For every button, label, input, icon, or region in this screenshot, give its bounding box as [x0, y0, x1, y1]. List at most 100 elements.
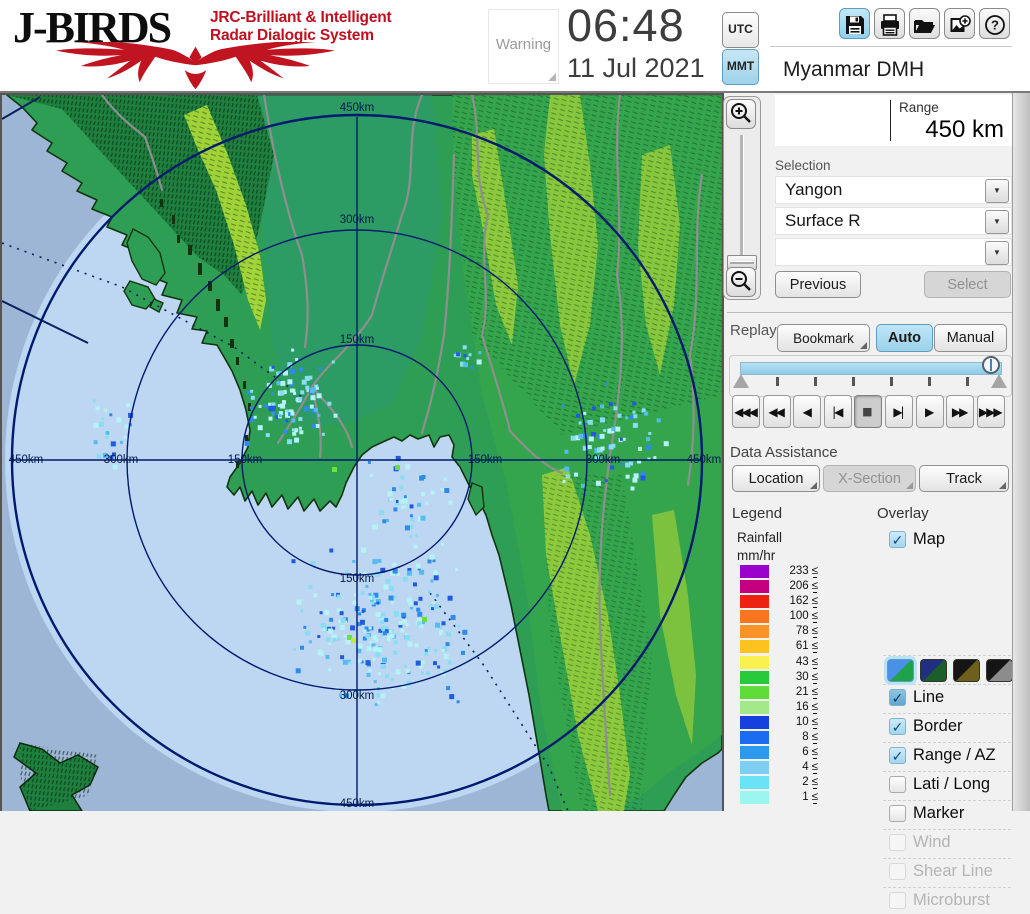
svg-text:450km: 450km	[340, 798, 375, 810]
legend-entry: 78 ≤	[740, 625, 850, 639]
fast-rewind-button[interactable]: ◀◀◀	[732, 395, 760, 428]
selection-label: Selection	[775, 158, 831, 173]
svg-text:150km: 150km	[340, 573, 375, 585]
legend-entry: 21 ≤	[740, 685, 850, 699]
legend-entry: 8 ≤	[740, 731, 850, 745]
select-button[interactable]: Select	[924, 271, 1011, 298]
zoom-slider-track[interactable]	[740, 135, 744, 261]
legend-entry: 233 ≤	[740, 565, 850, 578]
replay-slider-track[interactable]	[740, 362, 1002, 375]
rewind-button[interactable]: ◀◀	[762, 395, 791, 428]
eagle-logo-icon	[56, 42, 335, 90]
x-section-button[interactable]: X-Section	[823, 465, 916, 492]
checkbox-border[interactable]: ✓	[889, 718, 906, 735]
chevron-down-icon[interactable]: ▼	[985, 179, 1009, 203]
print-icon	[880, 14, 899, 36]
zoom-out-button[interactable]	[726, 267, 756, 297]
step-back-button[interactable]: |◀	[823, 395, 852, 428]
play-backward-button[interactable]: ◀	[793, 395, 822, 428]
menu-corner-icon	[860, 342, 867, 349]
option-dropdown[interactable]: ▼	[775, 238, 1012, 266]
legend-title-rainfall: Rainfall	[737, 530, 783, 545]
legend-value: 2 ≤	[802, 776, 818, 790]
panel-edge-strip	[1012, 0, 1030, 811]
menu-corner-icon	[906, 482, 913, 489]
radar-map[interactable]: 450km 300km 150km 150km 300km 450km 450km 300km…	[0, 93, 724, 811]
legend-entry: 206 ≤	[740, 580, 850, 594]
legend-entry: 4 ≤	[740, 761, 850, 775]
map-style-swatch-3[interactable]	[953, 659, 980, 682]
auto-button[interactable]: Auto	[876, 324, 933, 352]
checkbox-range-az[interactable]: ✓	[889, 747, 906, 764]
legend-entry: 43 ≤	[740, 655, 850, 669]
mmt-button[interactable]: MMT	[722, 49, 759, 85]
slider-end-marker[interactable]	[991, 374, 1007, 388]
checkbox-line[interactable]: ✓	[889, 689, 906, 706]
utc-button[interactable]: UTC	[722, 12, 759, 48]
map-style-row	[883, 655, 1013, 682]
svg-text:450km: 450km	[9, 454, 44, 466]
zoom-in-button[interactable]	[726, 99, 756, 129]
site-dropdown[interactable]: Yangon ▼	[775, 176, 1012, 204]
app-logo-tagline: JRC-Brilliant & Intelligent Radar Dialog…	[210, 9, 392, 44]
legend-color-swatch	[740, 715, 769, 729]
svg-text:300km: 300km	[586, 454, 621, 466]
replay-slider-thumb[interactable]	[982, 356, 1000, 374]
svg-text:450km: 450km	[340, 102, 375, 114]
track-button[interactable]: Track	[919, 465, 1009, 492]
leq-symbol: ≤	[811, 746, 818, 760]
resize-handle-icon	[548, 73, 556, 81]
help-icon: ?	[984, 15, 1005, 35]
help-button[interactable]: ?	[979, 8, 1010, 39]
replay-label: Replay	[730, 322, 777, 339]
svg-text:?: ?	[991, 18, 999, 33]
legend-value: 206 ≤	[789, 580, 818, 594]
slider-tick	[928, 377, 931, 386]
stop-button[interactable]: ■	[854, 395, 883, 428]
overlay-item-label: Shear Line	[913, 862, 993, 880]
save-button[interactable]	[839, 8, 870, 39]
svg-text:150km: 150km	[468, 454, 503, 466]
save-icon	[845, 16, 864, 34]
previous-button[interactable]: Previous	[775, 271, 861, 298]
fast-forward-button[interactable]: ▶▶	[946, 395, 975, 428]
station-name: Myanmar DMH	[783, 58, 925, 81]
zoom-in-icon	[731, 102, 751, 123]
play-button[interactable]: ▶	[915, 395, 944, 428]
manual-button[interactable]: Manual	[934, 324, 1007, 352]
overlay-item-label: Range / AZ	[913, 746, 996, 764]
chevron-down-icon[interactable]: ▼	[985, 241, 1009, 265]
legend-entry: 6 ≤	[740, 746, 850, 760]
map-style-swatch-4[interactable]	[986, 659, 1013, 682]
legend-color-swatch	[740, 655, 769, 669]
product-dropdown[interactable]: Surface R ▼	[775, 207, 1012, 235]
overlay-row-map: ✓ Map	[883, 527, 1011, 553]
overlay-item-label: Marker	[913, 804, 965, 822]
slider-start-marker[interactable]	[733, 374, 749, 388]
legend-entry: 1 ≤	[740, 791, 850, 805]
svg-text:150km: 150km	[340, 334, 375, 346]
overlay-row-shear-line: Shear Line	[883, 858, 1011, 885]
map-style-swatch-2[interactable]	[920, 659, 947, 682]
add-image-button[interactable]	[944, 8, 975, 39]
legend-entry: 162 ≤	[740, 595, 850, 609]
checkbox-marker[interactable]	[889, 805, 906, 822]
location-button[interactable]: Location	[732, 465, 820, 492]
leq-symbol: ≤	[811, 640, 818, 654]
checkbox-lati-long[interactable]	[889, 776, 906, 793]
bookmark-button[interactable]: Bookmark	[777, 324, 870, 352]
step-forward-button[interactable]: ▶|	[884, 395, 913, 428]
overlay-row-microburst: Microburst	[883, 887, 1011, 914]
checkbox-map[interactable]: ✓	[889, 531, 906, 548]
print-button[interactable]	[874, 8, 905, 39]
fastest-forward-button[interactable]: ▶▶▶	[976, 395, 1005, 428]
chevron-down-icon[interactable]: ▼	[985, 210, 1009, 234]
clock-time: 06:48	[567, 0, 685, 51]
leq-symbol: ≤	[811, 655, 818, 669]
legend-color-swatch	[740, 640, 769, 654]
map-style-swatch-1[interactable]	[887, 659, 914, 682]
leq-symbol: ≤	[811, 670, 818, 684]
legend-color-swatch	[740, 565, 769, 578]
open-folder-button[interactable]	[909, 8, 940, 39]
replay-slider	[729, 355, 1012, 397]
